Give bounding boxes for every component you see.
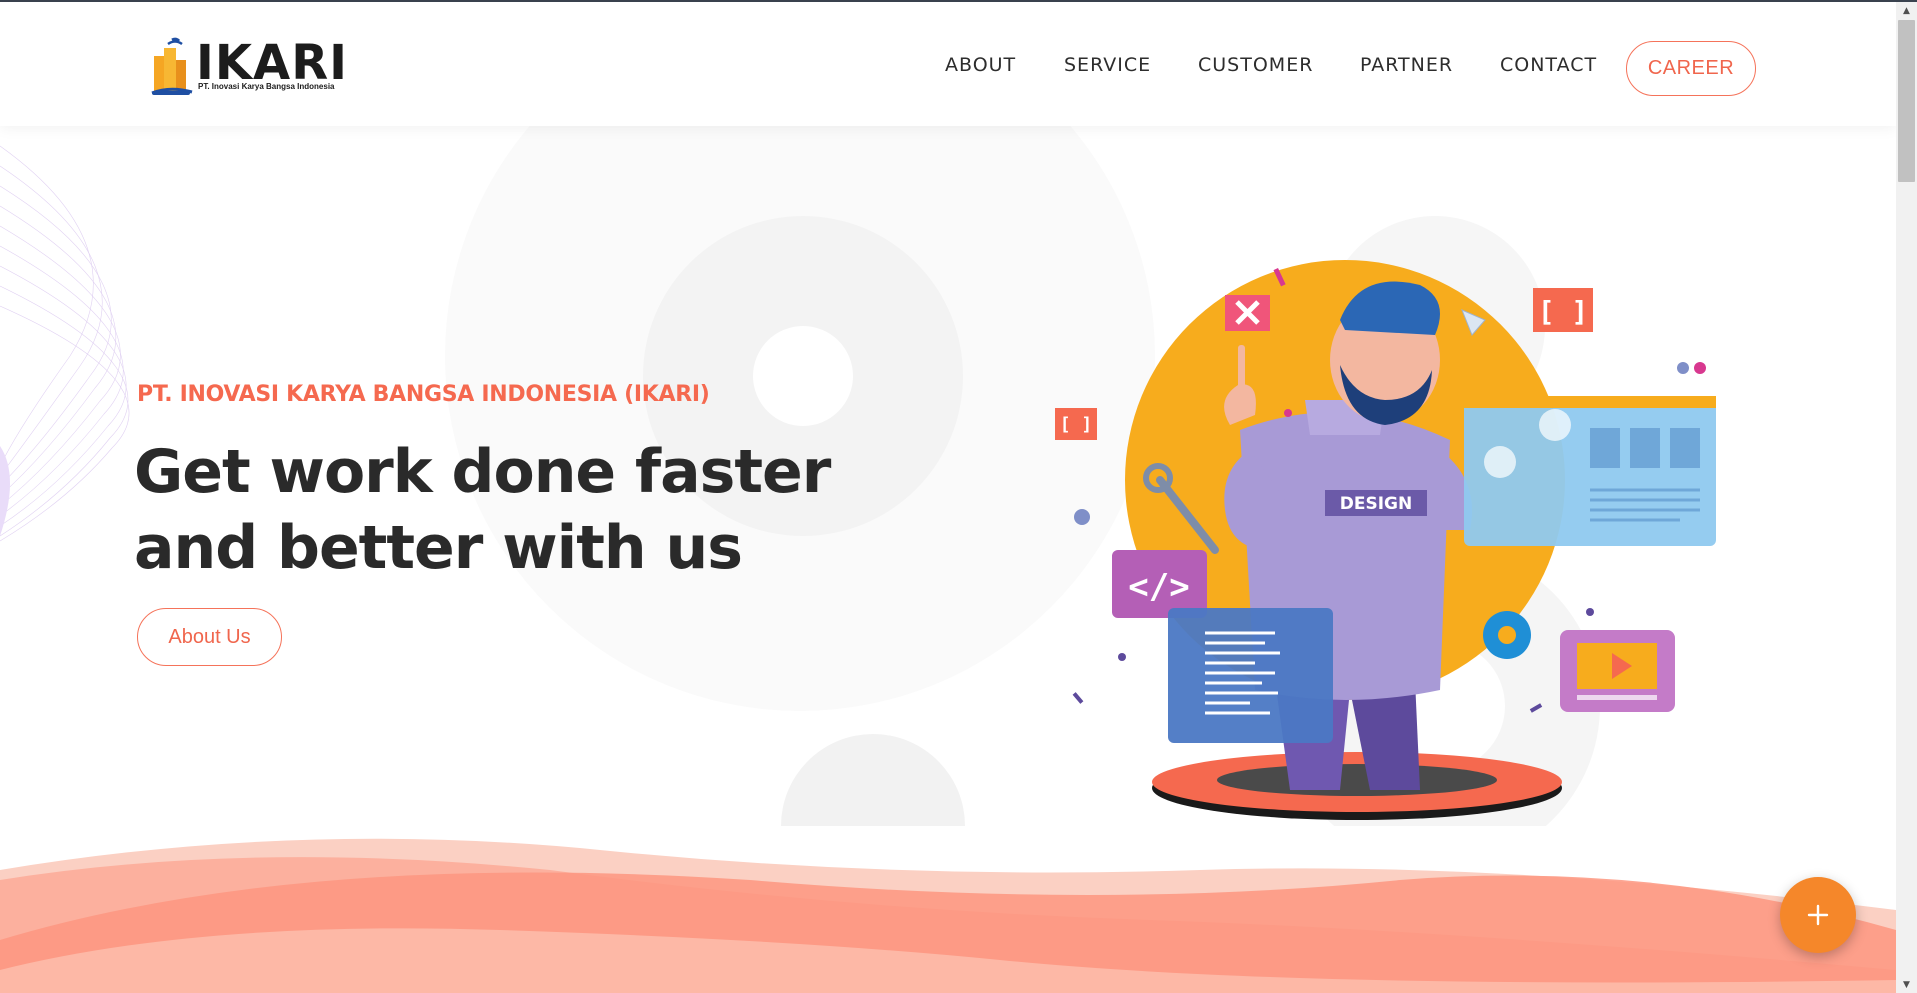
shirt-design-text: DESIGN: [1340, 494, 1412, 514]
plus-icon: [1807, 904, 1829, 926]
nav-item-partner[interactable]: PARTNER: [1360, 54, 1453, 76]
about-us-button[interactable]: About Us: [137, 608, 282, 666]
company-eyebrow: PT. INOVASI KARYA BANGSA INDONESIA (IKAR…: [137, 382, 710, 407]
nav-item-contact[interactable]: CONTACT: [1500, 54, 1597, 76]
ikari-logo[interactable]: IKARI PT. Inovasi Karya Bangsa Indonesia: [148, 36, 347, 98]
career-button[interactable]: CAREER: [1626, 41, 1756, 96]
arrow-down-icon[interactable]: ▼: [1896, 976, 1917, 993]
vertical-scrollbar[interactable]: ▲ ▼: [1896, 2, 1917, 993]
arrow-up-icon[interactable]: ▲: [1896, 2, 1917, 19]
nav-item-customer[interactable]: CUSTOMER: [1198, 54, 1313, 76]
code-tag-text: </>: [1128, 567, 1189, 607]
nav-item-about[interactable]: ABOUT: [945, 54, 1016, 76]
building-logo-icon: [151, 37, 193, 95]
headline-line-1: Get work done faster: [134, 437, 831, 507]
svg-text:[ ]: [ ]: [1060, 414, 1093, 435]
hero-headline: Get work done faster and better with us: [134, 434, 894, 586]
headline-line-2: and better with us: [134, 513, 743, 583]
site-header: IKARI PT. Inovasi Karya Bangsa Indonesia…: [0, 2, 1896, 126]
floating-action-button[interactable]: [1780, 877, 1856, 953]
logo-tagline: PT. Inovasi Karya Bangsa Indonesia: [198, 82, 335, 91]
nav-item-service[interactable]: SERVICE: [1064, 54, 1151, 76]
svg-text:[ ]: [ ]: [1538, 295, 1589, 328]
scrollbar-thumb[interactable]: [1898, 20, 1915, 182]
bottom-wave-decoration: [0, 838, 1896, 993]
designer-illustration: DESIGN </> [] []: [1055, 260, 1716, 820]
